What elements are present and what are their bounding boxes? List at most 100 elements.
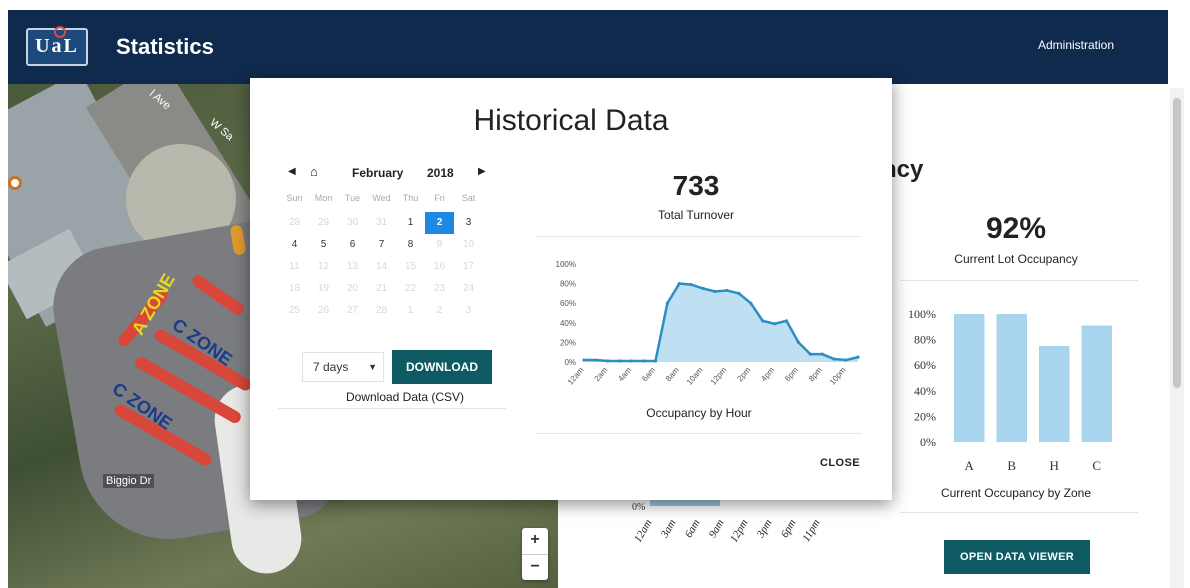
- calendar-day: 18: [288, 283, 301, 294]
- close-button[interactable]: CLOSE: [812, 454, 868, 472]
- x-tick-label: 12am: [566, 365, 586, 386]
- x-tick-label: 6am: [683, 517, 703, 539]
- y-tick-label: 20%: [560, 338, 576, 347]
- calendar-day[interactable]: 8: [396, 234, 425, 256]
- range-select-value: 7 days: [313, 360, 349, 374]
- calendar-day: 16: [433, 261, 446, 272]
- occupancy-point: [677, 282, 681, 286]
- chevron-down-icon: ▼: [368, 362, 377, 372]
- occupancy-point: [844, 358, 848, 362]
- weekday-header: Fri: [434, 193, 445, 203]
- panel-divider: [900, 280, 1138, 281]
- app-logo[interactable]: UaL: [26, 26, 88, 66]
- x-tick-label: 12pm: [709, 365, 729, 386]
- map-marker-icon[interactable]: [8, 176, 22, 190]
- calendar-day: 23: [433, 283, 446, 294]
- scrollbar-thumb[interactable]: [1173, 98, 1181, 388]
- occupancy-point: [737, 291, 741, 295]
- next-month-icon[interactable]: ▶: [478, 166, 486, 177]
- occupancy-area: [584, 283, 858, 362]
- zoom-out-button[interactable]: −: [522, 554, 548, 580]
- occupancy-point: [641, 359, 646, 363]
- calendar-day: 26: [317, 305, 330, 316]
- x-tick-label: H: [1050, 458, 1059, 473]
- calendar-day: 21: [375, 283, 388, 294]
- calendar-day: 31: [375, 217, 388, 228]
- open-data-viewer-button[interactable]: OPEN DATA VIEWER: [944, 540, 1090, 574]
- calendar-day: 22: [404, 283, 417, 294]
- calendar-day[interactable]: 6: [338, 234, 367, 256]
- home-icon[interactable]: ⌂: [310, 164, 318, 179]
- calendar-day[interactable]: 2: [425, 212, 454, 234]
- x-tick-label: 3pm: [754, 517, 774, 540]
- y-tick-label: 100%: [908, 307, 936, 321]
- weekday-header: Tue: [344, 193, 361, 203]
- occupancy-point: [773, 322, 777, 326]
- year-select[interactable]: 2018: [427, 166, 454, 180]
- range-select[interactable]: 7 days ▼: [302, 352, 384, 382]
- calendar-day: 25: [288, 305, 301, 316]
- calendar-day[interactable]: 7: [367, 234, 396, 256]
- x-tick-label: 12pm: [728, 517, 751, 544]
- download-controls: 7 days ▼ DOWNLOAD: [302, 350, 502, 384]
- calendar-day: 28: [288, 217, 301, 228]
- x-tick-label: 2am: [592, 365, 609, 383]
- occupancy-point: [725, 288, 729, 293]
- calendar-day: 11: [289, 261, 300, 272]
- occupancy-point: [749, 301, 753, 305]
- hidden-hourly-chart: 0% 12am 3am 6am 9am 12pm 3pm 6pm 11pm: [632, 500, 823, 545]
- x-tick-label: 8am: [664, 365, 681, 383]
- x-tick-label: 10pm: [828, 365, 848, 386]
- occupancy-point: [761, 319, 765, 323]
- occupancy-point: [832, 357, 836, 361]
- total-turnover-label: Total Turnover: [657, 208, 735, 222]
- month-select[interactable]: February: [352, 166, 403, 180]
- logo-text: UaL: [35, 35, 79, 57]
- historical-data-modal: Historical Data ◀ ⌂ February 2018 ▶ Sun M…: [250, 78, 892, 500]
- prev-month-icon[interactable]: ◀: [288, 166, 296, 177]
- zone-bar: [996, 314, 1027, 442]
- occupancy-point: [856, 355, 860, 359]
- x-tick-label: 9am: [707, 517, 727, 539]
- calendar-day: 28: [375, 305, 388, 316]
- y-tick-label: 0%: [920, 435, 936, 449]
- download-button[interactable]: DOWNLOAD: [392, 350, 492, 384]
- x-tick-label: 6am: [640, 365, 657, 383]
- weekday-header: Mon: [314, 193, 333, 203]
- occupancy-point: [808, 352, 812, 356]
- map-zoom-control: + −: [522, 528, 548, 580]
- x-tick-label: B: [1007, 458, 1016, 473]
- page-scrollbar[interactable]: [1170, 88, 1184, 588]
- date-picker: ◀ ⌂ February 2018 ▶ Sun Mon Tue Wed Thu Fri Sa…: [280, 164, 492, 322]
- x-tick-label: 11pm: [800, 517, 822, 544]
- hourly-bar: [650, 500, 720, 506]
- occupancy-point: [689, 282, 693, 287]
- calendar-day[interactable]: 3: [454, 212, 483, 234]
- x-tick-label: C: [1092, 458, 1101, 473]
- y-tick-label: 80%: [914, 333, 936, 347]
- occupancy-point: [653, 359, 658, 363]
- calendar-day: 14: [375, 261, 388, 272]
- calendar-day[interactable]: 4: [280, 234, 309, 256]
- zone-occupancy-chart-label: Current Occupancy by Zone: [940, 486, 1092, 500]
- occupancy-point: [582, 358, 586, 362]
- date-picker-header: ◀ ⌂ February 2018 ▶: [280, 164, 492, 186]
- modal-divider: [278, 408, 506, 409]
- y-tick-label: 60%: [560, 299, 576, 308]
- x-tick-label: 2pm: [735, 365, 752, 383]
- zoom-in-button[interactable]: +: [522, 528, 548, 554]
- calendar-day: 17: [462, 261, 475, 272]
- top-navigation-bar: UaL Statistics Administration: [8, 10, 1168, 84]
- calendar-grid: Sun Mon Tue Wed Thu Fri Sat 28 29 30 31 1 2 3 4 5 6 7 8 9 10…: [280, 190, 492, 322]
- current-lot-occupancy-label: Current Lot Occupancy: [954, 252, 1078, 266]
- occupancy-point: [713, 289, 717, 294]
- calendar-day[interactable]: 1: [396, 212, 425, 234]
- calendar-day: 27: [346, 305, 359, 316]
- administration-link[interactable]: Administration: [1038, 38, 1114, 52]
- occupancy-point: [606, 359, 610, 363]
- calendar-day: 9: [436, 239, 443, 250]
- calendar-day[interactable]: 5: [309, 234, 338, 256]
- calendar-day: 20: [346, 283, 359, 294]
- x-tick-label: 4am: [616, 365, 633, 383]
- weekday-header: Wed: [372, 193, 391, 203]
